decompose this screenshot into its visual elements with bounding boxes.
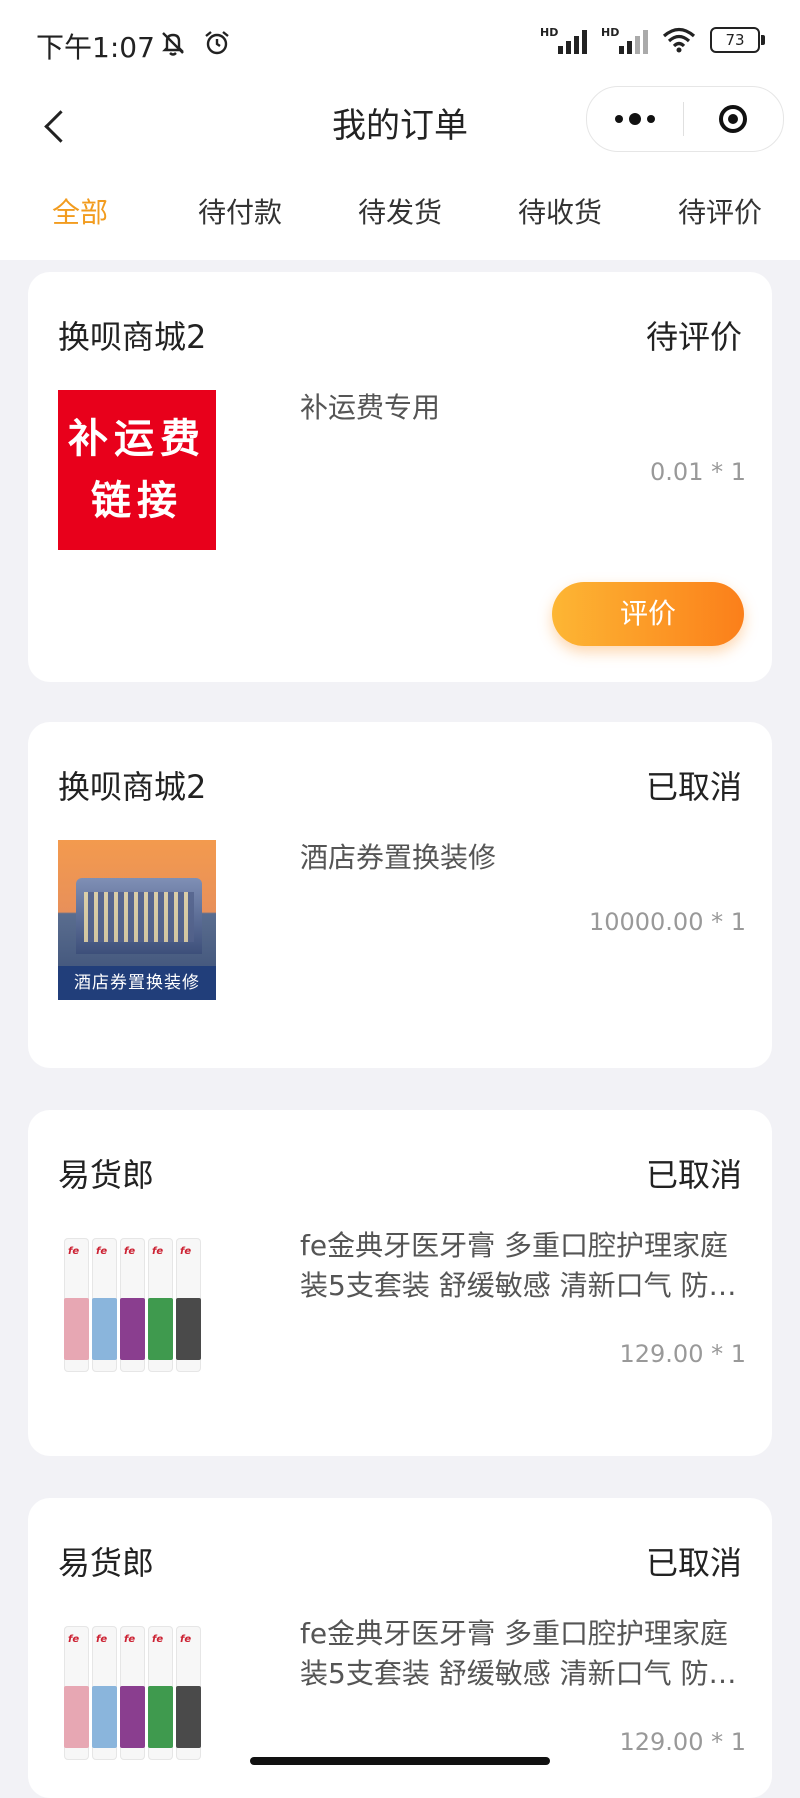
tab-pending-shipment[interactable]: 待发货 xyxy=(320,190,480,236)
mute-icon xyxy=(162,32,184,56)
header-area: 下午1:07 HD HD 73 我的订单 全部 待付款 待发货 待收货 待评价 xyxy=(0,0,800,260)
tab-pending-review[interactable]: 待评价 xyxy=(640,190,800,236)
home-indicator[interactable] xyxy=(250,1757,550,1765)
shop-name: 换呗商城2 xyxy=(58,318,207,356)
alarm-icon xyxy=(205,31,229,55)
order-card[interactable]: 换呗商城2 待评价 补运费 链接 补运费专用 0.01 * 1 评价 xyxy=(28,272,772,682)
review-button[interactable]: 评价 xyxy=(552,582,744,646)
product-price: 0.01 * 1 xyxy=(650,458,746,486)
product-price: 10000.00 * 1 xyxy=(588,908,746,936)
tab-pending-receipt[interactable]: 待收货 xyxy=(480,190,640,236)
target-icon xyxy=(719,105,747,133)
status-bar: 下午1:07 HD HD 73 xyxy=(0,0,800,86)
order-card[interactable]: 换呗商城2 已取消 酒店券置换装修 酒店券置换装修 10000.00 * 1 xyxy=(28,722,772,1068)
order-tabs: 全部 待付款 待发货 待收货 待评价 xyxy=(0,190,800,246)
more-button[interactable] xyxy=(587,87,683,151)
product-name: fe金典牙医牙膏 多重口腔护理家庭装5支套装 舒缓敏感 清新口气 防蛀固齿 xyxy=(300,1617,737,1690)
hotel-building xyxy=(76,878,202,954)
product-image: 酒店券置换装修 xyxy=(58,840,216,1000)
order-card[interactable]: 易货郎 已取消 fe fe fe fe fe fe金典牙医牙膏 多重口腔护理家庭… xyxy=(28,1110,772,1456)
miniapp-capsule xyxy=(586,86,784,152)
product-image: 补运费 链接 xyxy=(58,390,216,550)
shop-name: 换呗商城2 xyxy=(58,768,207,806)
tab-pending-payment[interactable]: 待付款 xyxy=(160,190,320,236)
status-icons xyxy=(158,28,232,58)
order-status: 已取消 xyxy=(645,768,742,806)
product-name: 酒店券置换装修 xyxy=(300,841,497,874)
wifi-icon xyxy=(662,27,696,53)
product-name: 补运费专用 xyxy=(300,391,441,424)
nav-bar: 我的订单 xyxy=(0,86,800,186)
image-caption: 酒店券置换装修 xyxy=(58,966,216,1000)
tab-all[interactable]: 全部 xyxy=(0,190,160,236)
product-name: fe金典牙医牙膏 多重口腔护理家庭装5支套装 舒缓敏感 清新口气 防蛀固齿 xyxy=(300,1229,737,1302)
status-time: 下午1:07 xyxy=(36,31,155,64)
order-card[interactable]: 易货郎 已取消 fe fe fe fe fe fe金典牙医牙膏 多重口腔护理家庭… xyxy=(28,1498,772,1798)
product-price: 129.00 * 1 xyxy=(619,1340,746,1368)
order-status: 已取消 xyxy=(645,1544,742,1582)
battery-indicator: 73 xyxy=(710,27,765,53)
signal-icon: HD xyxy=(540,26,587,54)
order-status: 待评价 xyxy=(645,318,742,356)
signal-icon-2: HD xyxy=(601,26,648,54)
shop-name: 易货郎 xyxy=(58,1156,155,1194)
close-miniapp-button[interactable] xyxy=(684,87,782,151)
product-price: 129.00 * 1 xyxy=(619,1728,746,1756)
shop-name: 易货郎 xyxy=(58,1544,155,1582)
product-image: fe fe fe fe fe xyxy=(58,1616,216,1776)
status-right: HD HD 73 xyxy=(540,26,765,54)
product-image: fe fe fe fe fe xyxy=(58,1228,216,1388)
order-status: 已取消 xyxy=(645,1156,742,1194)
